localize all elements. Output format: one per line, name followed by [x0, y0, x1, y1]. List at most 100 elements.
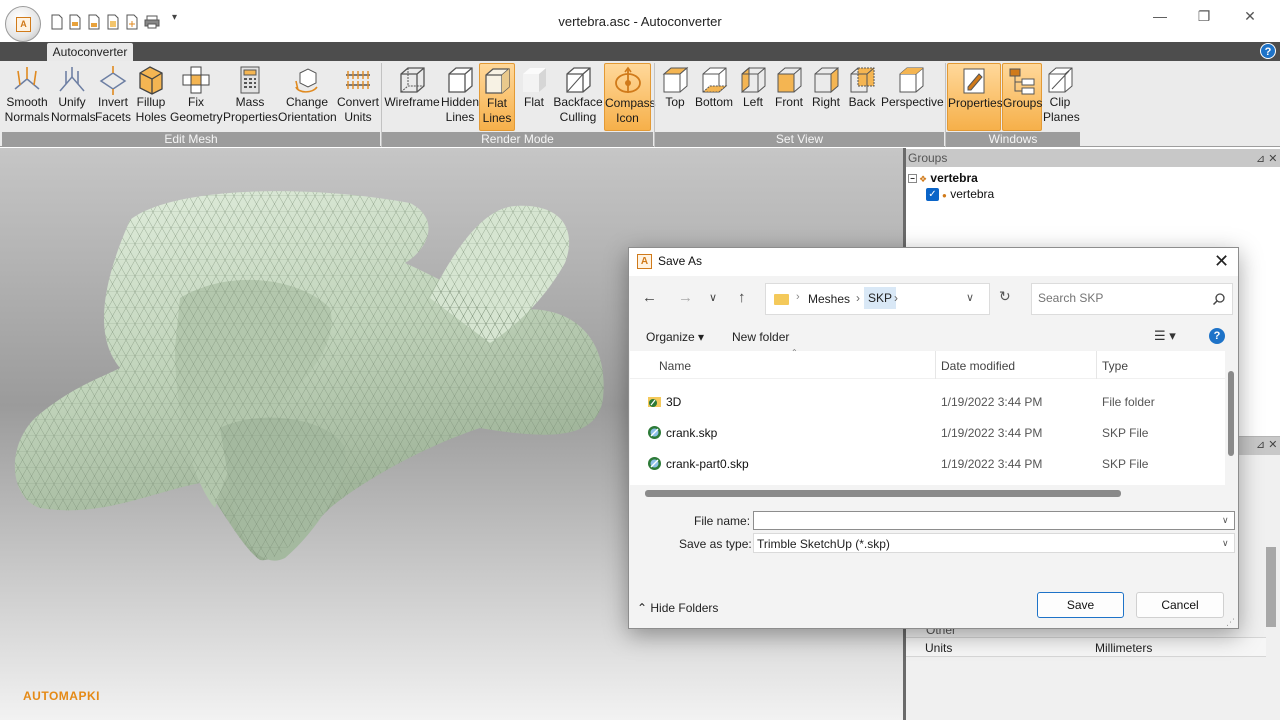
group-label: Edit Mesh — [2, 132, 380, 147]
hide-folders-button[interactable]: ⌃ Hide Folders — [637, 601, 718, 615]
help-icon[interactable]: ? — [1209, 328, 1225, 344]
button-label: Groups — [1003, 96, 1043, 110]
new-folder-button[interactable]: New folder — [732, 330, 789, 344]
chevron-right-icon[interactable]: › — [856, 291, 860, 305]
file-type: SKP File — [1102, 426, 1149, 440]
cancel-button[interactable]: Cancel — [1136, 592, 1224, 618]
breadcrumb-skp[interactable]: SKP — [864, 287, 897, 309]
top-view-icon — [662, 66, 689, 93]
front-view-button[interactable]: Front — [771, 63, 807, 131]
smooth-normals-button[interactable]: Smooth Normals — [4, 63, 50, 131]
app-logo-icon: A — [637, 254, 652, 269]
back-arrow-icon[interactable]: ← — [642, 289, 657, 306]
button-label: Properties — [223, 110, 278, 124]
vertical-scrollbar[interactable] — [1225, 351, 1237, 484]
search-input[interactable] — [1038, 291, 1208, 305]
file-name: crank-part0.skp — [666, 457, 749, 471]
organize-button[interactable]: Organize ▾ — [646, 330, 704, 344]
file-name-input[interactable] — [753, 511, 1235, 530]
button-label: Mass — [235, 95, 265, 109]
file-list: ⌃ Name Date modified Type 3D 1/19/2022 3… — [630, 348, 1225, 499]
dialog-close-button[interactable]: ✕ — [1214, 251, 1229, 272]
chevron-down-icon[interactable]: ∨ — [966, 291, 974, 304]
unify-normals-icon — [59, 67, 85, 92]
button-label: Fix — [188, 95, 204, 109]
brand-watermark: AUTOMAPKI — [23, 689, 100, 703]
search-icon[interactable] — [1212, 292, 1226, 306]
tab-autoconverter[interactable]: Autoconverter — [47, 43, 133, 62]
bottom-view-button[interactable]: Bottom — [693, 63, 735, 131]
recent-locations-icon[interactable]: ∨ — [709, 291, 717, 304]
pin-close-icon[interactable]: ⊿ ✕ — [1256, 438, 1278, 451]
change-orientation-button[interactable]: Change Orientation — [278, 63, 337, 131]
column-divider[interactable] — [1096, 351, 1097, 379]
file-row[interactable]: crank-part0.skp 1/19/2022 3:44 PM SKP Fi… — [630, 449, 1225, 479]
tree-item-child[interactable]: ✓ ● vertebra — [926, 187, 994, 202]
fillup-holes-button[interactable]: Fillup Holes — [133, 63, 169, 131]
maximize-button[interactable]: ❐ — [1181, 6, 1227, 26]
right-view-button[interactable]: Right — [809, 63, 843, 131]
top-view-button[interactable]: Top — [659, 63, 691, 131]
button-label: Fillup — [136, 95, 166, 109]
up-arrow-icon[interactable]: ↑ — [738, 289, 746, 306]
chevron-right-icon[interactable]: › — [894, 291, 898, 305]
flat-lines-button[interactable]: Flat Lines — [479, 63, 515, 131]
search-box[interactable] — [1031, 283, 1233, 315]
left-view-button[interactable]: Left — [737, 63, 769, 131]
column-header-date[interactable]: Date modified — [941, 359, 1015, 373]
column-headers: ⌃ Name Date modified Type — [630, 348, 1225, 379]
chevron-down-icon[interactable]: ∨ — [1222, 515, 1229, 526]
help-icon[interactable]: ? — [1260, 43, 1276, 59]
convert-units-button[interactable]: Convert Units — [337, 63, 379, 131]
clip-planes-button[interactable]: Clip Planes — [1043, 63, 1080, 131]
hidden-lines-button[interactable]: Hidden Lines — [441, 63, 479, 131]
fix-geometry-button[interactable]: Fix Geometry — [170, 63, 223, 131]
ribbon-group-render-mode: Wireframe Hidden Lines Flat Lines Flat B… — [382, 61, 656, 147]
button-label: Facets — [94, 110, 131, 124]
column-header-name[interactable]: Name — [659, 359, 691, 373]
column-header-type[interactable]: Type — [1102, 359, 1128, 373]
close-button[interactable]: ✕ — [1227, 6, 1273, 26]
property-row-units[interactable]: Units Millimeters — [906, 637, 1266, 657]
breadcrumb-separator: › — [796, 291, 800, 303]
button-label: Perspective — [881, 95, 944, 109]
breadcrumb-meshes[interactable]: Meshes — [808, 292, 850, 306]
button-label: Normals — [4, 110, 50, 124]
back-view-button[interactable]: Back — [845, 63, 879, 131]
save-type-select[interactable]: Trimble SketchUp (*.skp) — [753, 533, 1235, 553]
view-options-icon[interactable]: ☰ ▾ — [1154, 328, 1176, 344]
scrollbar-thumb[interactable] — [645, 490, 1121, 497]
button-label: Clip — [1049, 95, 1071, 109]
file-name: crank.skp — [666, 426, 718, 440]
file-row[interactable]: 3D 1/19/2022 3:44 PM File folder — [630, 387, 1225, 417]
property-value[interactable]: Millimeters — [1095, 641, 1152, 655]
mass-properties-button[interactable]: Mass Properties — [223, 63, 278, 131]
collapse-icon[interactable]: − — [908, 174, 917, 184]
minimize-button[interactable]: — — [1137, 6, 1183, 26]
tree-item-root[interactable]: − ❖ vertebra — [908, 171, 978, 185]
forward-arrow-icon[interactable]: → — [678, 289, 693, 306]
button-label: Invert — [97, 95, 128, 109]
unify-normals-button[interactable]: Unify Normals — [51, 63, 96, 131]
resize-grip-icon[interactable]: ⋰ — [1226, 617, 1235, 628]
flat-button[interactable]: Flat — [517, 63, 551, 131]
compass-icon-button[interactable]: Compass Icon — [604, 63, 656, 131]
invert-facets-button[interactable]: Invert Facets — [94, 63, 132, 131]
save-button[interactable]: Save — [1037, 592, 1124, 618]
address-bar[interactable]: › Meshes › SKP › ∨ — [765, 283, 990, 315]
column-divider[interactable] — [935, 351, 936, 379]
backface-culling-button[interactable]: Backface Culling — [553, 63, 603, 131]
groups-window-button[interactable]: Groups — [1002, 63, 1042, 131]
wireframe-button[interactable]: Wireframe — [384, 63, 440, 131]
button-label: Backface — [553, 95, 603, 109]
visibility-checkbox[interactable]: ✓ — [926, 188, 939, 202]
refresh-icon[interactable]: ↻ — [999, 288, 1011, 305]
scrollbar-thumb[interactable] — [1228, 371, 1234, 456]
pin-close-icon[interactable]: ⊿ ✕ — [1256, 150, 1278, 168]
file-row[interactable]: crank.skp 1/19/2022 3:44 PM SKP File — [630, 418, 1225, 448]
properties-scrollbar[interactable] — [1266, 547, 1276, 627]
properties-window-button[interactable]: Properties — [947, 63, 1003, 131]
horizontal-scrollbar[interactable] — [630, 485, 1225, 499]
chevron-down-icon[interactable]: ∨ — [1222, 538, 1229, 549]
perspective-view-button[interactable]: Perspective — [881, 63, 944, 131]
